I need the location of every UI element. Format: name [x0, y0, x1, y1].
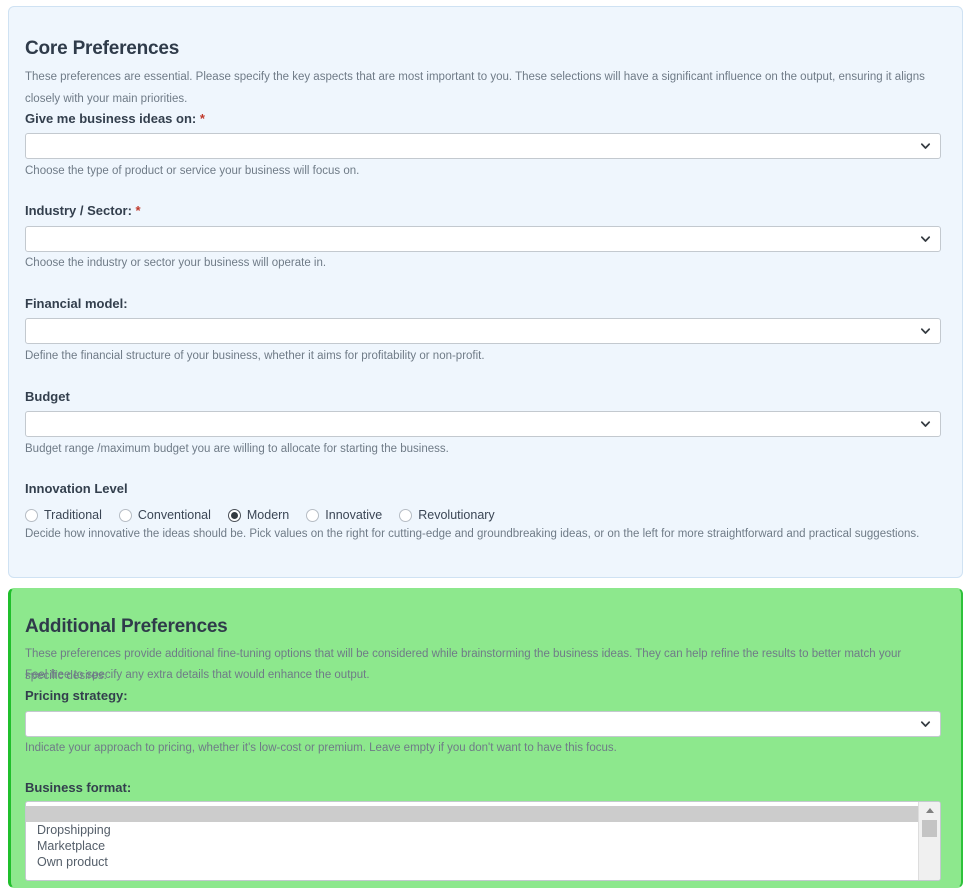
radio-label: Traditional [44, 508, 102, 522]
chevron-down-icon [920, 141, 931, 152]
core-preferences-description: These preferences are essential. Please … [25, 71, 925, 105]
radio-option-conventional[interactable]: Conventional [118, 508, 211, 522]
radio-indicator[interactable] [25, 508, 38, 522]
chevron-down-icon [920, 719, 931, 730]
budget-help: Budget range /maximum budget you are wil… [25, 443, 449, 455]
business-format-scrollbar[interactable] [918, 802, 940, 880]
budget-label: Budget [25, 389, 70, 404]
additional-preferences-title: Additional Preferences [25, 616, 228, 637]
industry-label-text: Industry / Sector: [25, 203, 132, 218]
industry-required-asterisk: * [135, 203, 141, 218]
pricing-strategy-label-text: Pricing strategy: [25, 688, 128, 703]
pricing-strategy-select[interactable] [25, 711, 941, 737]
radio-label: Innovative [325, 508, 383, 522]
preferences-form-page: Core Preferences These preferences are e… [0, 0, 971, 888]
budget-select[interactable] [25, 411, 941, 437]
scroll-up-arrow-icon[interactable] [919, 802, 940, 817]
pricing-strategy-label: Pricing strategy: [25, 688, 128, 703]
business-ideas-label: Give me business ideas on: * [25, 111, 205, 126]
radio-label: Conventional [137, 508, 211, 522]
radio-indicator[interactable] [306, 508, 320, 522]
financial-model-label: Financial model: [25, 296, 128, 311]
chevron-down-icon [920, 419, 931, 430]
list-item[interactable]: Dropshipping [26, 822, 919, 838]
list-item[interactable]: Own product [26, 854, 919, 870]
core-preferences-title: Core Preferences [25, 38, 180, 59]
innovation-level-radio-group[interactable]: Traditional Conventional Modern Innovati… [25, 505, 512, 525]
radio-indicator-selected[interactable] [227, 508, 241, 522]
industry-help: Choose the industry or sector your busin… [25, 257, 327, 269]
financial-model-label-text: Financial model: [25, 296, 128, 311]
radio-indicator[interactable] [399, 508, 413, 522]
industry-label: Industry / Sector: * [25, 203, 141, 218]
business-format-options[interactable]: Dropshipping Marketplace Own product [26, 802, 919, 880]
business-ideas-required-asterisk: * [199, 111, 205, 126]
budget-label-text: Budget [25, 389, 70, 404]
innovation-level-help: Decide how innovative the ideas should b… [25, 528, 920, 540]
radio-option-traditional[interactable]: Traditional [25, 508, 102, 522]
scrollbar-thumb[interactable] [922, 820, 937, 837]
business-format-label-text: Business format: [25, 780, 132, 795]
business-format-label: Business format: [25, 780, 131, 795]
radio-label: Revolutionary [418, 508, 495, 522]
innovation-level-label-text: Innovation Level [25, 481, 128, 496]
radio-option-revolutionary[interactable]: Revolutionary [399, 508, 495, 522]
list-item[interactable]: Marketplace [26, 838, 919, 854]
chevron-down-icon [920, 234, 931, 245]
business-format-listbox[interactable]: Dropshipping Marketplace Own product [25, 801, 941, 881]
additional-preferences-description-line2: Feel free to specify any extra details t… [25, 669, 370, 681]
radio-indicator[interactable] [118, 508, 132, 522]
innovation-level-label: Innovation Level [25, 481, 128, 496]
industry-select[interactable] [25, 226, 941, 252]
chevron-down-icon [920, 326, 931, 337]
financial-model-select[interactable] [25, 318, 941, 344]
list-item[interactable] [26, 806, 919, 822]
financial-model-help: Define the financial structure of your b… [25, 350, 485, 362]
radio-option-modern[interactable]: Modern [227, 508, 290, 522]
business-ideas-help: Choose the type of product or service yo… [25, 165, 360, 177]
business-ideas-label-text: Give me business ideas on: [25, 111, 197, 126]
business-ideas-select[interactable] [25, 133, 941, 159]
radio-option-innovative[interactable]: Innovative [306, 508, 382, 522]
radio-label: Modern [246, 508, 290, 522]
pricing-strategy-help: Indicate your approach to pricing, wheth… [25, 742, 617, 754]
